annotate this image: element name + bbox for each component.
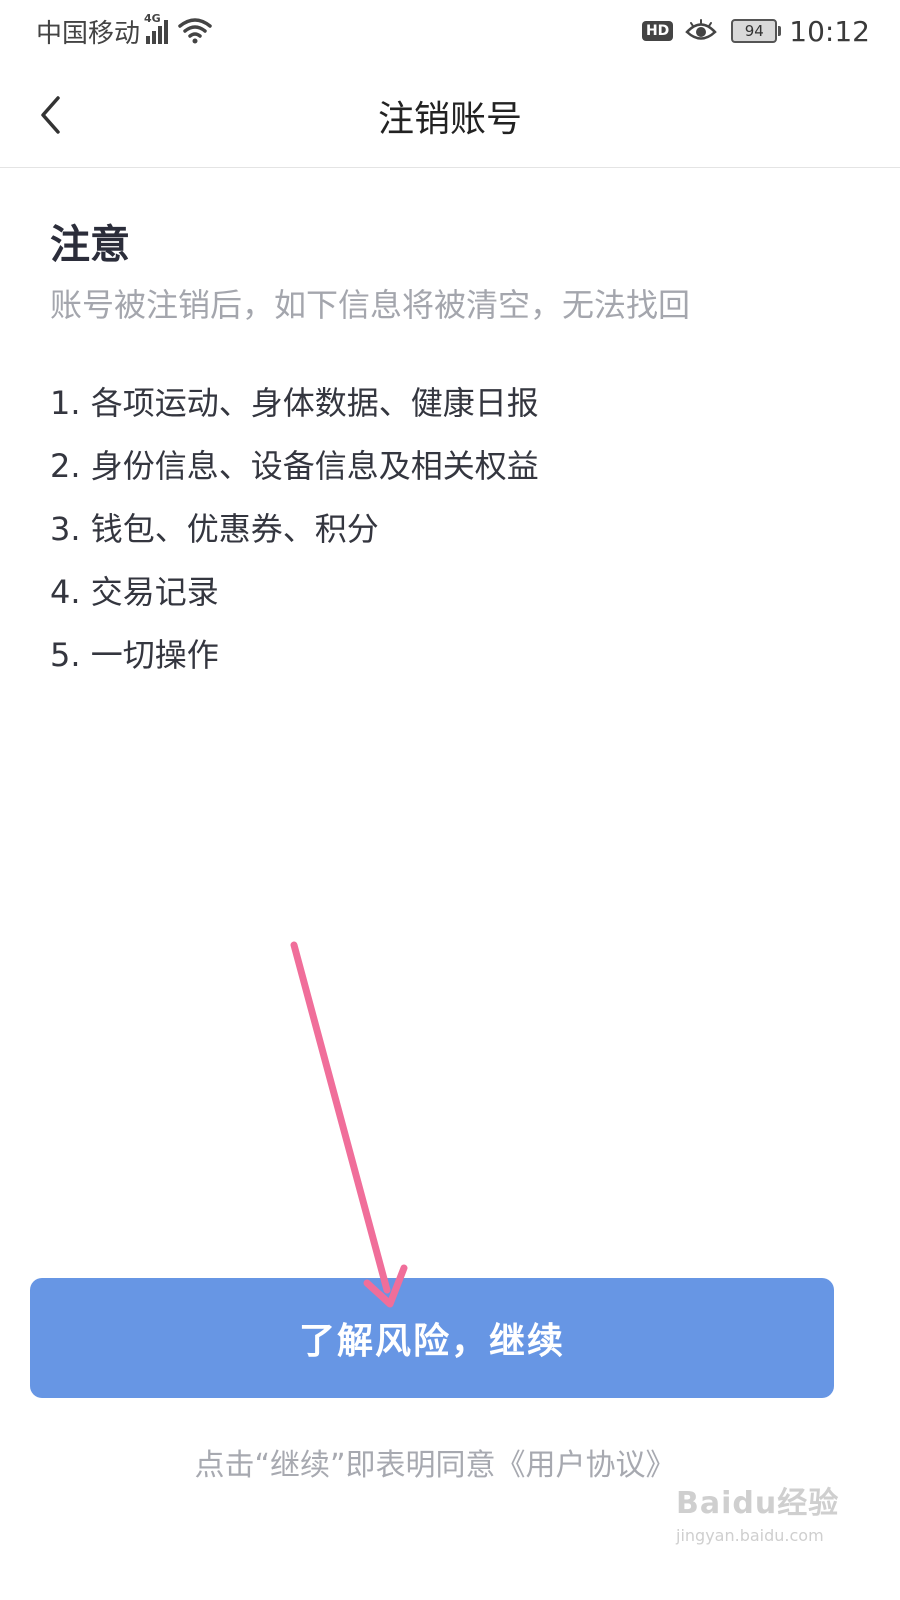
list-item: 2. 身份信息、设备信息及相关权益 xyxy=(50,447,539,485)
status-left: 中国移动 4G xyxy=(36,12,212,50)
nav-bar: 注销账号 xyxy=(0,62,900,168)
watermark-sub: jingyan.baidu.com xyxy=(676,1526,824,1545)
list-item: 4. 交易记录 xyxy=(50,573,219,611)
baidu-watermark: Baidu经验 jingyan.baidu.com xyxy=(676,1478,856,1558)
eye-icon xyxy=(685,19,718,40)
agreement-text: 点击“继续”即表明同意《用户协议》 xyxy=(0,1440,870,1484)
cleared-info-list: 1. 各项运动、身体数据、健康日报 2. 身份信息、设备信息及相关权益 3. 钱… xyxy=(50,382,539,697)
list-item: 1. 各项运动、身体数据、健康日报 xyxy=(50,384,539,422)
list-item: 3. 钱包、优惠券、积分 xyxy=(50,510,379,548)
battery-icon: 94 xyxy=(731,19,782,43)
status-bar: 中国移动 4G HD 94 10:12 xyxy=(0,0,900,62)
watermark-main: Baidu经验 xyxy=(676,1486,840,1521)
status-right: HD 94 10:12 xyxy=(641,14,870,48)
battery-level: 94 xyxy=(744,22,764,40)
clock-time: 10:12 xyxy=(789,14,870,48)
signal-icon: 4G xyxy=(144,12,169,44)
list-item: 5. 一切操作 xyxy=(50,636,219,674)
notice-subtitle: 账号被注销后，如下信息将被清空，无法找回 xyxy=(50,286,691,324)
wifi-icon xyxy=(178,18,212,44)
user-agreement-link[interactable]: 《用户协议》 xyxy=(496,1448,676,1483)
hd-icon: HD xyxy=(641,21,674,41)
agreement-prefix: 点击“继续”即表明同意 xyxy=(194,1448,496,1483)
network-type: 4G xyxy=(144,12,161,25)
carrier-name: 中国移动 xyxy=(36,18,141,49)
page-title: 注销账号 xyxy=(377,99,522,140)
continue-button[interactable]: 了解风险，继续 xyxy=(30,1278,834,1398)
notice-title: 注意 xyxy=(50,222,130,268)
